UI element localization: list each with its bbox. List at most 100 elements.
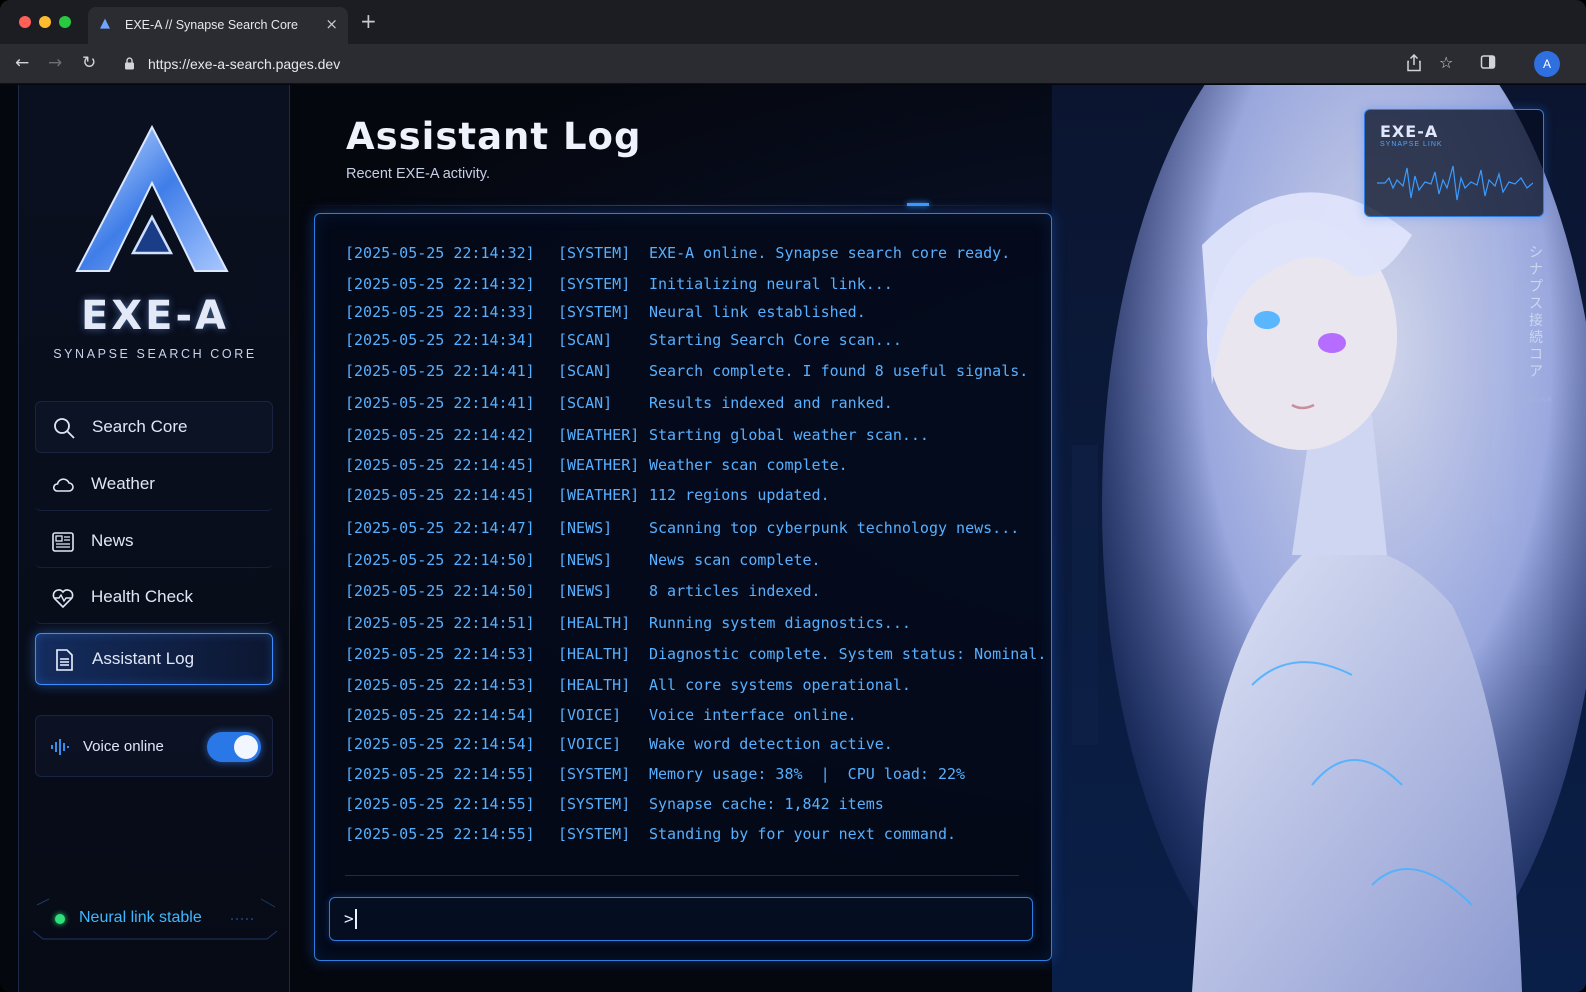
log-message: Voice interface online.	[649, 706, 857, 724]
log-timestamp: [2025-05-25 22:14:32]	[345, 275, 535, 293]
log-message: Scanning top cyberpunk technology news..…	[649, 519, 1020, 537]
log-timestamp: [2025-05-25 22:14:55]	[345, 765, 535, 783]
log-message: Standing by for your next command.	[649, 825, 957, 843]
waveform-graphic	[1377, 165, 1533, 201]
search-icon	[54, 418, 75, 439]
back-arrow-icon[interactable]: ←	[15, 53, 29, 73]
tab-title: EXE-A // Synapse Search Core	[125, 18, 299, 32]
bookmark-star-icon[interactable]: ☆	[1439, 54, 1453, 72]
log-category-tag: [VOICE]	[558, 706, 622, 724]
log-category-tag: [WEATHER]	[558, 456, 640, 474]
log-category-tag: [SYSTEM]	[558, 303, 631, 321]
command-prompt: >	[344, 909, 354, 928]
log-category-tag: [WEATHER]	[558, 426, 640, 444]
sidebar-item-news[interactable]: News	[35, 516, 273, 568]
log-category-tag: [SYSTEM]	[558, 765, 631, 783]
toggle-knob	[234, 735, 258, 759]
profile-avatar[interactable]: A	[1534, 51, 1560, 77]
status-indicator-dot	[55, 914, 65, 924]
log-message: 112 regions updated.	[649, 486, 830, 504]
sidebar-item-label: Weather	[91, 474, 155, 493]
log-category-tag: [NEWS]	[558, 551, 613, 569]
sidebar-item-health-check[interactable]: Health Check	[35, 572, 273, 624]
assistant-log-panel: [2025-05-25 22:14:32] [SYSTEM] EXE-A onlin…	[314, 213, 1052, 961]
log-timestamp: [2025-05-25 22:14:53]	[345, 676, 535, 694]
log-message: All core systems operational.	[649, 676, 911, 694]
log-category-tag: [HEALTH]	[558, 676, 631, 694]
log-category-tag: [SYSTEM]	[558, 795, 631, 813]
browser-window: ▲ EXE-A // Synapse Search Core × + ← → ↻…	[0, 0, 1586, 992]
log-timestamp: [2025-05-25 22:14:55]	[345, 795, 535, 813]
log-category-tag: [NEWS]	[558, 519, 613, 537]
share-icon[interactable]	[1406, 54, 1422, 72]
close-tab-icon[interactable]: ×	[325, 15, 338, 33]
synapse-link-card: EXE-A SYNAPSE LINK	[1364, 109, 1544, 217]
reload-icon[interactable]: ↻	[82, 53, 96, 73]
sidebar-panel-icon[interactable]	[1480, 54, 1496, 70]
log-timestamp: [2025-05-25 22:14:54]	[345, 706, 535, 724]
log-category-tag: [VOICE]	[558, 735, 622, 753]
link-card-subtitle: SYNAPSE LINK	[1380, 141, 1443, 148]
voice-label: Voice online	[83, 738, 164, 755]
online-tag: • ONLINE	[1516, 395, 1553, 404]
forward-arrow-icon[interactable]: →	[48, 53, 62, 73]
page-title: Assistant Log	[346, 115, 642, 158]
log-message: Memory usage: 38% | CPU load: 22%	[649, 765, 966, 783]
minimize-window-button[interactable]	[39, 16, 51, 28]
app-content: EXE-A SYNAPSE LINK シナプス接続コア • ONLINE EXE…	[0, 85, 1586, 992]
sidebar-item-label: News	[91, 531, 134, 550]
log-timestamp: [2025-05-25 22:14:45]	[345, 486, 535, 504]
sidebar-item-weather[interactable]: Weather	[35, 459, 273, 511]
log-timestamp: [2025-05-25 22:14:41]	[345, 362, 535, 380]
header-divider	[292, 205, 1052, 206]
cloud-icon	[52, 478, 74, 492]
sidebar-item-search-core[interactable]: Search Core	[35, 401, 273, 453]
log-message: News scan complete.	[649, 551, 821, 569]
newspaper-icon	[52, 532, 74, 552]
log-timestamp: [2025-05-25 22:14:54]	[345, 735, 535, 753]
log-category-tag: [SYSTEM]	[558, 275, 631, 293]
browser-tab[interactable]: ▲ EXE-A // Synapse Search Core ×	[88, 7, 348, 44]
voice-control: Voice online	[35, 715, 273, 777]
log-divider	[345, 875, 1019, 876]
log-timestamp: [2025-05-25 22:14:42]	[345, 426, 535, 444]
log-message: Results indexed and ranked.	[649, 394, 893, 412]
log-timestamp: [2025-05-25 22:14:33]	[345, 303, 535, 321]
voice-toggle[interactable]	[207, 732, 261, 762]
brand-name: EXE-A	[80, 293, 230, 339]
log-category-tag: [SCAN]	[558, 394, 613, 412]
text-caret	[355, 909, 357, 929]
log-category-tag: [NEWS]	[558, 582, 613, 600]
sidebar-item-label: Assistant Log	[92, 649, 195, 668]
maximize-window-button[interactable]	[59, 16, 71, 28]
log-timestamp: [2025-05-25 22:14:32]	[345, 244, 535, 262]
log-timestamp: [2025-05-25 22:14:53]	[345, 645, 535, 663]
address-bar[interactable]: https://exe-a-search.pages.dev	[112, 49, 1398, 79]
sound-wave-icon	[51, 739, 69, 755]
log-message: Initializing neural link...	[649, 275, 893, 293]
log-timestamp: [2025-05-25 22:14:41]	[345, 394, 535, 412]
log-category-tag: [SCAN]	[558, 331, 613, 349]
log-message: Search complete. I found 8 useful signal…	[649, 362, 1029, 380]
lock-icon	[125, 57, 134, 70]
log-category-tag: [SYSTEM]	[558, 244, 631, 262]
log-timestamp: [2025-05-25 22:14:50]	[345, 551, 535, 569]
log-message: Neural link established.	[649, 303, 866, 321]
log-message: Wake word detection active.	[649, 735, 893, 753]
new-tab-icon[interactable]: +	[360, 11, 377, 31]
heart-pulse-icon	[52, 589, 74, 609]
log-message: Starting Search Core scan...	[649, 331, 902, 349]
log-category-tag: [HEALTH]	[558, 645, 631, 663]
close-window-button[interactable]	[19, 16, 31, 28]
log-category-tag: [SCAN]	[558, 362, 613, 380]
header-divider-accent	[907, 203, 929, 206]
log-message: Synapse cache: 1,842 items	[649, 795, 884, 813]
log-message: EXE-A online. Synapse search core ready.	[649, 244, 1011, 262]
sidebar-item-assistant-log[interactable]: Assistant Log	[35, 633, 273, 685]
sidebar: EXE-A SYNAPSE SEARCH CORE Search Core We…	[18, 85, 290, 992]
page-subtitle: Recent EXE-A activity.	[346, 166, 490, 182]
log-message: Diagnostic complete. System status: Nomi…	[649, 645, 1047, 663]
log-category-tag: [SYSTEM]	[558, 825, 631, 843]
command-input[interactable]: >	[329, 897, 1033, 941]
log-timestamp: [2025-05-25 22:14:47]	[345, 519, 535, 537]
